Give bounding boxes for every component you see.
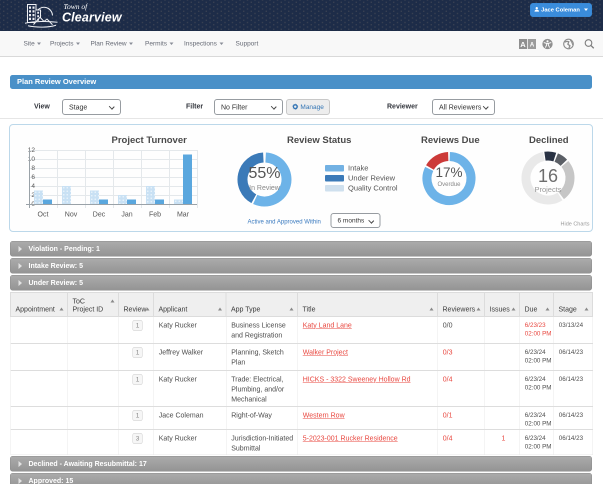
svg-text:A: A [530,42,535,48]
svg-text:A: A [520,40,526,49]
